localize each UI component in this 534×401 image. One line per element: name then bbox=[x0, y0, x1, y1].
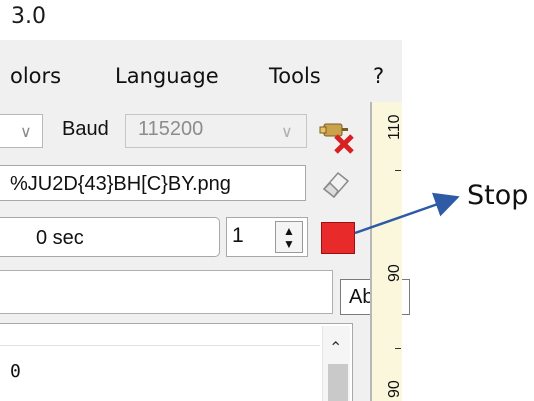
axis-tick bbox=[395, 348, 401, 349]
status-field bbox=[0, 270, 333, 314]
baud-value: 115200 bbox=[138, 118, 204, 140]
spin-up-icon[interactable]: ▲ bbox=[283, 225, 295, 237]
menu-colors[interactable]: olors bbox=[10, 64, 61, 88]
count-value: 1 bbox=[232, 224, 244, 247]
scroll-thumb[interactable] bbox=[328, 364, 348, 401]
axis-label: 110 bbox=[386, 114, 403, 140]
axis-label: 90 bbox=[386, 380, 403, 398]
chevron-down-icon[interactable]: ∨ bbox=[20, 122, 32, 142]
axis-label: 90 bbox=[386, 264, 403, 282]
menu-tools[interactable]: Tools bbox=[269, 64, 321, 88]
chart-strip bbox=[370, 102, 402, 401]
data-list[interactable] bbox=[0, 323, 353, 401]
menu-help[interactable]: ? bbox=[373, 64, 384, 88]
window-title: 3.0 bbox=[11, 4, 46, 29]
disconnect-icon[interactable] bbox=[318, 114, 360, 154]
menu-language[interactable]: Language bbox=[115, 64, 219, 88]
axis-tick bbox=[395, 170, 401, 171]
stop-button[interactable] bbox=[321, 222, 355, 254]
eraser-icon[interactable] bbox=[318, 167, 354, 201]
spin-down-icon[interactable]: ▼ bbox=[283, 238, 295, 250]
timer-field[interactable] bbox=[0, 217, 220, 257]
chevron-down-icon[interactable]: ∨ bbox=[281, 122, 293, 142]
baud-label: Baud bbox=[62, 118, 109, 140]
list-item[interactable]: 0 bbox=[10, 361, 21, 382]
list-divider bbox=[0, 345, 320, 346]
scroll-up-icon[interactable]: ⌃ bbox=[329, 338, 342, 358]
filename-value: %JU2D{43}BH[C}BY.png bbox=[10, 173, 231, 195]
annotation-label: Stop bbox=[467, 180, 529, 211]
timer-value: 0 sec bbox=[36, 227, 84, 249]
